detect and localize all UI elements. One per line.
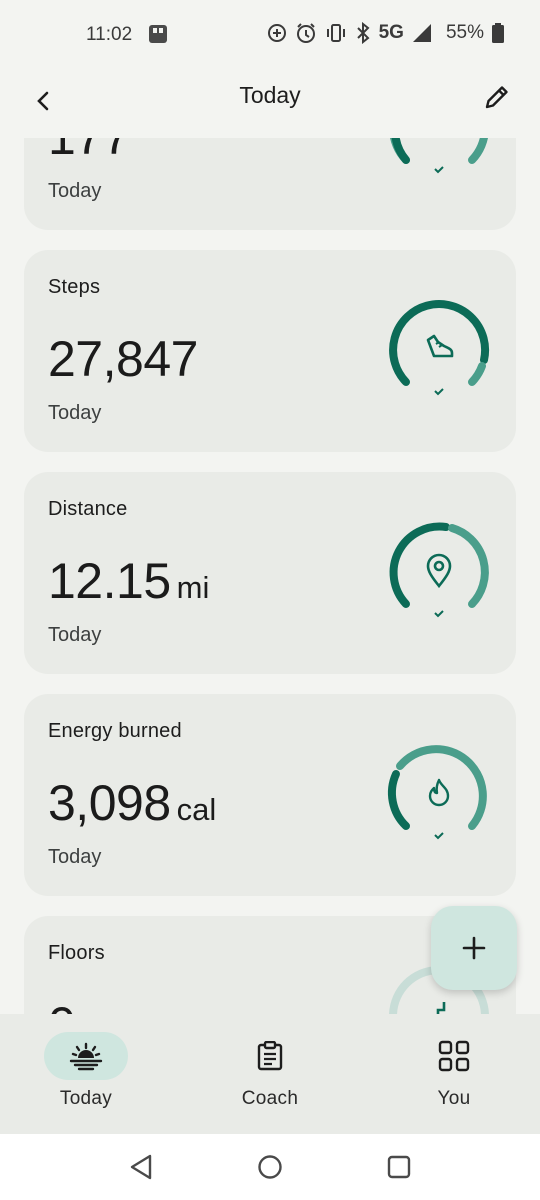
signal-icon bbox=[412, 24, 431, 42]
metrics-list[interactable]: 177 Today Steps 27,847 Today Distance 12… bbox=[0, 138, 540, 1014]
square-recents-icon bbox=[387, 1155, 411, 1179]
status-time: 11:02 bbox=[86, 24, 133, 45]
distance-card[interactable]: Distance 12.15 mi Today bbox=[24, 472, 516, 674]
nav-today[interactable]: Today bbox=[16, 1032, 156, 1128]
vibrate-icon bbox=[326, 24, 345, 42]
system-home-button[interactable] bbox=[255, 1152, 285, 1182]
bluetooth-icon bbox=[356, 22, 370, 44]
flame-icon bbox=[428, 778, 450, 807]
card-subtitle: Today bbox=[48, 180, 102, 202]
nav-label: Coach bbox=[241, 1088, 299, 1109]
system-back-button[interactable] bbox=[126, 1152, 156, 1182]
app-bar: Today bbox=[0, 68, 540, 138]
nav-coach[interactable]: Coach bbox=[200, 1032, 340, 1128]
steps-card[interactable]: Steps 27,847 Today bbox=[24, 250, 516, 452]
card-title: Floors bbox=[48, 942, 105, 964]
progress-ring bbox=[388, 745, 487, 840]
circle-home-icon bbox=[258, 1155, 282, 1179]
progress-ring bbox=[390, 138, 488, 174]
alarm-icon bbox=[296, 23, 315, 43]
bottom-nav: Today Coach You bbox=[0, 1014, 540, 1134]
heart-points-card[interactable]: 177 Today bbox=[24, 138, 516, 230]
card-value: 0 bbox=[48, 996, 76, 1014]
card-subtitle: Today bbox=[48, 846, 102, 868]
energy-card[interactable]: Energy burned 3,098 cal Today bbox=[24, 694, 516, 896]
data-saver-icon bbox=[267, 24, 286, 42]
edit-button[interactable] bbox=[480, 80, 514, 114]
triangle-back-icon bbox=[130, 1154, 152, 1180]
battery-icon bbox=[492, 23, 504, 43]
progress-ring bbox=[389, 300, 490, 396]
grid-icon bbox=[438, 1040, 470, 1072]
status-bar: 11:02 5G 55% bbox=[0, 0, 540, 68]
network-type: 5G bbox=[378, 22, 404, 43]
nav-label: You bbox=[437, 1088, 471, 1109]
status-icons: 5G 55% bbox=[267, 22, 504, 44]
add-button[interactable] bbox=[431, 906, 517, 990]
system-recents-button[interactable] bbox=[384, 1152, 414, 1182]
message-icon bbox=[149, 25, 167, 43]
page-title: Today bbox=[239, 82, 301, 108]
card-title: Energy burned bbox=[48, 720, 182, 742]
card-title: Distance bbox=[48, 498, 128, 520]
nav-indicator bbox=[228, 1032, 312, 1080]
card-subtitle: Today bbox=[48, 402, 102, 424]
card-unit: cal bbox=[176, 792, 217, 827]
progress-ring bbox=[389, 522, 489, 618]
nav-label: Today bbox=[59, 1088, 113, 1109]
card-unit: mi bbox=[176, 570, 210, 605]
card-title: Steps bbox=[48, 276, 101, 298]
pencil-icon bbox=[485, 86, 508, 109]
card-value: 27,847 bbox=[48, 331, 198, 387]
nav-indicator bbox=[412, 1032, 496, 1080]
card-value: 3,098 cal bbox=[48, 775, 217, 831]
location-pin-icon bbox=[426, 553, 452, 589]
system-nav-bar bbox=[0, 1134, 540, 1200]
card-value: 12.15 mi bbox=[48, 553, 210, 609]
card-subtitle: Today bbox=[48, 624, 102, 646]
nav-indicator bbox=[44, 1032, 128, 1080]
sunrise-icon bbox=[69, 1042, 103, 1071]
battery-percent: 55% bbox=[445, 22, 484, 43]
card-value: 177 bbox=[48, 138, 130, 166]
plus-icon bbox=[462, 936, 486, 960]
clipboard-icon bbox=[257, 1041, 283, 1071]
shoe-icon bbox=[426, 334, 454, 358]
nav-you[interactable]: You bbox=[384, 1032, 524, 1128]
